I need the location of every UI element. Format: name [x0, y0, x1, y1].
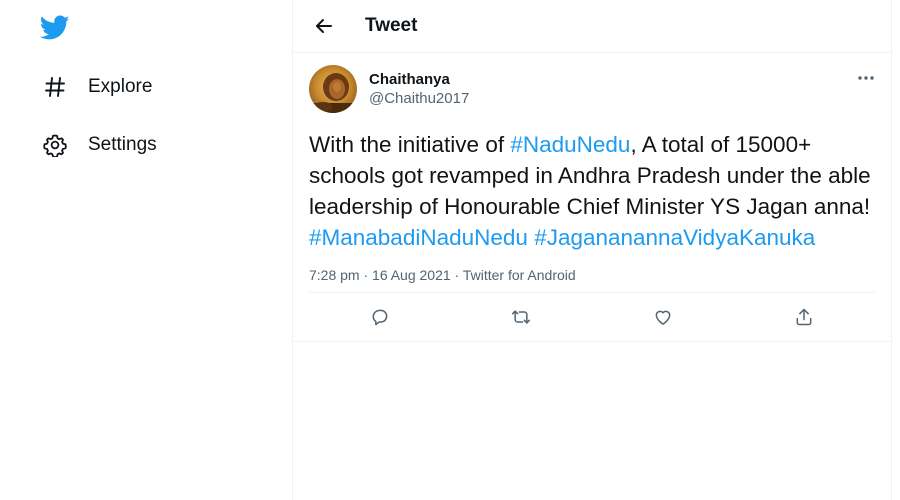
hashtag-link[interactable]: #JagananannaVidyaKanuka [534, 225, 815, 250]
tweet-timestamp[interactable]: 7:28 pm · 16 Aug 2021 · [309, 267, 463, 283]
more-options-button[interactable] [855, 67, 877, 89]
back-button[interactable] [309, 11, 339, 41]
reply-icon [372, 309, 388, 326]
tweet-author: Chaithanya @Chaithu2017 [309, 65, 875, 115]
hashtag-link[interactable]: #NaduNedu [510, 132, 630, 157]
author-name[interactable]: Chaithanya [369, 70, 469, 90]
page-title: Tweet [365, 15, 418, 36]
sidebar-item-label: Settings [88, 134, 157, 155]
tweet-text-part: With the initiative of [309, 132, 511, 157]
like-button[interactable] [646, 300, 680, 334]
tweet-actions [309, 293, 875, 341]
tweet-meta: 7:28 pm · 16 Aug 2021 · Twitter for Andr… [309, 267, 875, 283]
tweet-source[interactable]: Twitter for Android [463, 267, 576, 283]
back-arrow-icon [316, 19, 332, 33]
tweet-text: With the initiative of #NaduNedu, A tota… [309, 129, 879, 253]
like-icon [655, 310, 671, 325]
sidebar: Explore Settings [0, 0, 292, 500]
hashtag-link[interactable]: #ManabadiNaduNedu [309, 225, 528, 250]
avatar[interactable] [309, 65, 357, 113]
twitter-logo-icon[interactable] [40, 14, 70, 42]
more-dots-icon [858, 76, 874, 80]
author-meta: Chaithanya @Chaithu2017 [369, 65, 469, 108]
sidebar-item-settings[interactable]: Settings [30, 122, 169, 168]
sidebar-item-label: Explore [88, 76, 153, 97]
author-handle[interactable]: @Chaithu2017 [369, 90, 469, 108]
share-button[interactable] [787, 300, 821, 334]
retweet-icon [512, 310, 531, 324]
reply-button[interactable] [363, 300, 397, 334]
page-header: Tweet [293, 0, 891, 53]
main-column: Tweet Chaithanya @Chaithu2017 With the i… [292, 0, 892, 500]
hashtag-icon [42, 74, 68, 100]
share-icon [796, 308, 812, 326]
tweet: Chaithanya @Chaithu2017 With the initiat… [293, 53, 891, 342]
sidebar-item-explore[interactable]: Explore [30, 64, 164, 110]
retweet-button[interactable] [504, 300, 538, 334]
gear-icon [42, 132, 68, 158]
